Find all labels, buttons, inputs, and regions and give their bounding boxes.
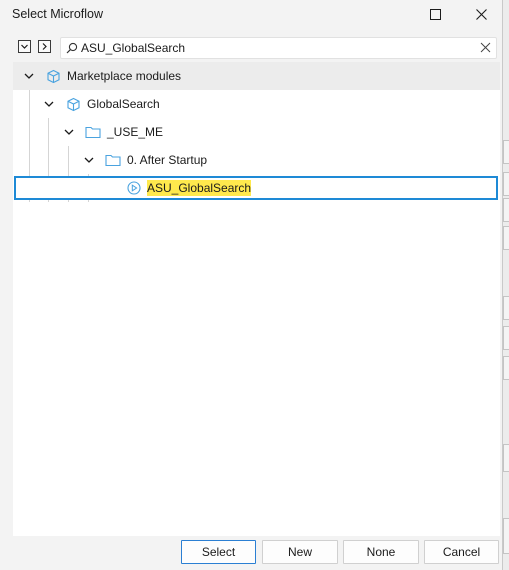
package-icon	[45, 68, 61, 84]
module-icon	[65, 96, 81, 112]
close-icon	[475, 8, 487, 20]
chevron-down-icon[interactable]	[23, 70, 35, 82]
clear-icon[interactable]	[480, 42, 491, 53]
tree-node-label: ASU_GlobalSearch	[147, 180, 252, 196]
microflow-tree: Marketplace modules GlobalSearch _USE_ME…	[13, 62, 500, 536]
microflow-icon	[126, 180, 142, 196]
tree-node-asu-globalsearch[interactable]: ASU_GlobalSearch	[14, 176, 498, 200]
maximize-icon	[429, 8, 441, 20]
tree-node-label: 0. After Startup	[127, 153, 208, 167]
cancel-button[interactable]: Cancel	[424, 540, 499, 564]
dialog-title: Select Microflow	[12, 7, 103, 21]
tree-node-globalsearch[interactable]: GlobalSearch	[13, 90, 500, 118]
folder-icon	[105, 152, 121, 168]
background-control	[503, 226, 509, 250]
search-input[interactable]	[81, 38, 471, 58]
none-button[interactable]: None	[343, 540, 419, 564]
tree-node-marketplace-modules[interactable]: Marketplace modules	[13, 62, 500, 90]
maximize-button[interactable]	[412, 0, 458, 28]
tree-node-after-startup[interactable]: 0. After Startup	[13, 146, 500, 174]
chevron-down-icon[interactable]	[83, 154, 95, 166]
background-control	[503, 140, 509, 164]
select-button[interactable]: Select	[181, 540, 256, 564]
search-icon	[66, 42, 78, 54]
search-field[interactable]	[60, 37, 497, 59]
collapse-all-button[interactable]	[38, 40, 51, 53]
background-control	[503, 356, 509, 380]
background-control	[503, 444, 509, 472]
tree-node-label: _USE_ME	[107, 125, 164, 139]
background-control	[503, 518, 509, 554]
folder-icon	[85, 124, 101, 140]
title-bar: Select Microflow	[0, 0, 503, 28]
background-control	[503, 198, 509, 222]
tree-node-label: Marketplace modules	[67, 69, 182, 83]
expand-all-icon	[21, 44, 28, 49]
collapse-all-icon	[42, 43, 47, 50]
close-button[interactable]	[458, 0, 504, 28]
expand-all-button[interactable]	[18, 40, 31, 53]
background-control	[503, 296, 509, 320]
new-button[interactable]: New	[262, 540, 338, 564]
background-control	[503, 172, 509, 196]
tree-node-use-me[interactable]: _USE_ME	[13, 118, 500, 146]
select-microflow-dialog: Select Microflow ASU_GlobalSearch Market…	[0, 0, 503, 570]
tree-node-label: GlobalSearch	[87, 97, 160, 111]
background-control	[503, 326, 509, 350]
chevron-down-icon[interactable]	[43, 98, 55, 110]
chevron-down-icon[interactable]	[63, 126, 75, 138]
